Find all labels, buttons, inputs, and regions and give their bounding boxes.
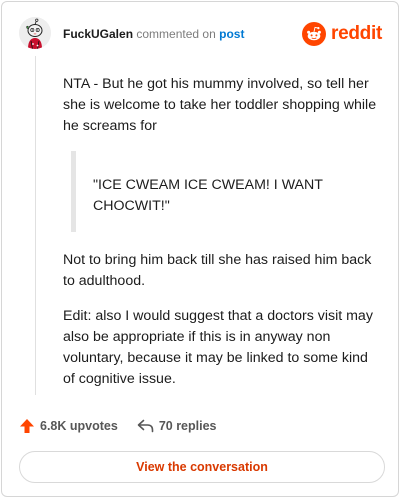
thread-line (35, 56, 36, 395)
commented-on-text: commented on (136, 27, 216, 41)
comment-paragraph: Not to bring him back till she has raise… (63, 252, 372, 289)
reply-arrow-icon (137, 419, 154, 433)
replies-button[interactable]: 70 replies (137, 419, 217, 433)
quote-text: "ICE CWEAM ICE CWEAM! I WANT CHOCWIT!" (93, 177, 323, 214)
username[interactable]: FuckUGalen (63, 27, 133, 41)
reddit-snoo-icon (302, 22, 327, 46)
view-conversation-button[interactable]: View the conversation (19, 451, 385, 483)
replies-count: 70 replies (158, 419, 217, 433)
avatar-icon (19, 17, 51, 49)
reddit-wordmark: reddit (331, 23, 382, 44)
upvotes-button[interactable]: 6.8K upvotes (19, 418, 118, 434)
reddit-logo[interactable]: reddit (302, 22, 382, 46)
comment-body: NTA - But he got his mummy involved, so … (63, 74, 381, 404)
comment-paragraph: Edit: also I would suggest that a doctor… (63, 308, 373, 387)
comment-footer: 6.8K upvotes 70 replies (19, 418, 217, 434)
post-link[interactable]: post (219, 27, 244, 41)
upvote-arrow-icon (20, 419, 34, 433)
blockquote: "ICE CWEAM ICE CWEAM! I WANT CHOCWIT!" (71, 151, 381, 232)
comment-paragraph: NTA - But he got his mummy involved, so … (63, 76, 377, 134)
embedded-comment-card: FuckUGalen commented on post reddit NTA … (1, 1, 399, 497)
user-avatar[interactable] (19, 17, 51, 49)
upvotes-count: 6.8K upvotes (40, 419, 118, 433)
comment-header: FuckUGalen commented on post (63, 26, 244, 42)
